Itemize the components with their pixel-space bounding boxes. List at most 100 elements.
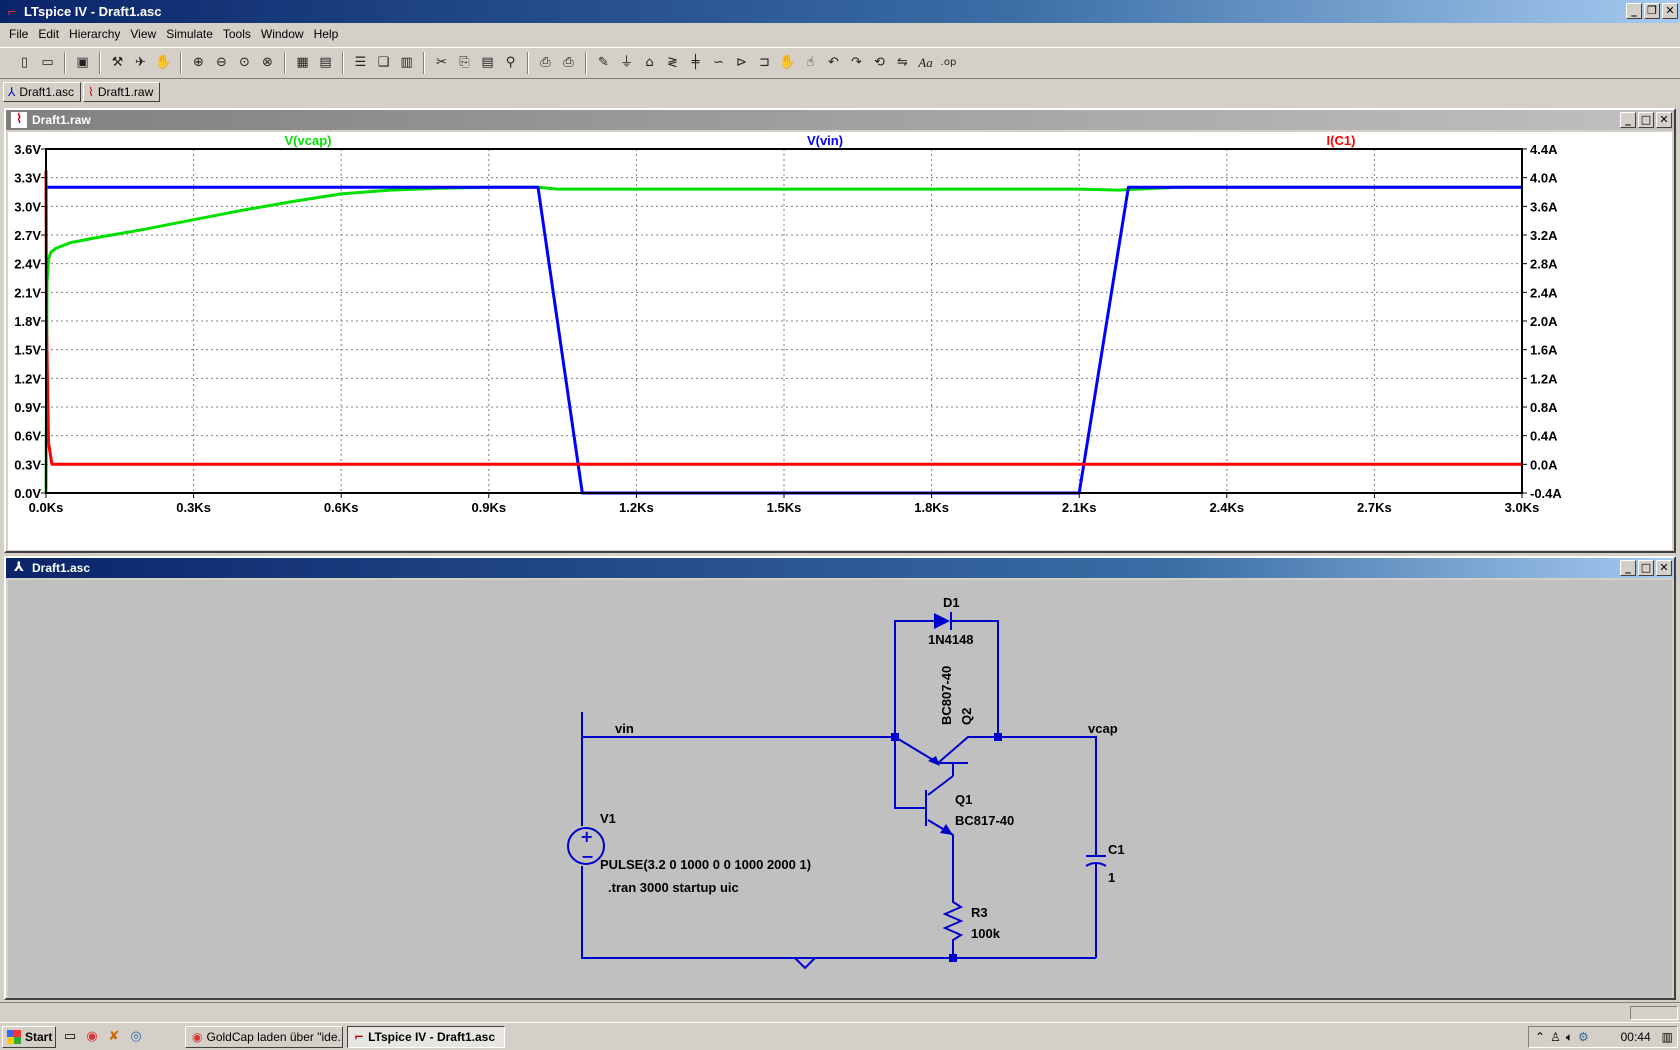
menu-window[interactable]: Window — [256, 27, 309, 41]
close-button[interactable]: ✕ — [1656, 560, 1672, 576]
tile-vertical-icon[interactable]: ▥ — [396, 52, 417, 74]
markers-icon[interactable]: ▤ — [315, 52, 336, 74]
find-icon[interactable]: ⚲ — [500, 52, 521, 74]
schematic-window: ⅄ Draft1.asc _ □ ✕ + − D1 1N4148 BC807-4… — [4, 556, 1676, 1000]
status-panel — [1630, 1006, 1678, 1020]
menu-bar: File Edit Hierarchy View Simulate Tools … — [0, 23, 1680, 45]
menu-tools[interactable]: Tools — [218, 27, 256, 41]
menu-hierarchy[interactable]: Hierarchy — [64, 27, 125, 41]
drag-icon[interactable]: ☝ — [800, 52, 821, 74]
zoom-area-icon[interactable]: ⊙ — [234, 52, 255, 74]
menu-help[interactable]: Help — [309, 27, 344, 41]
y-left-tick-label: 0.6V — [14, 429, 41, 444]
legend-entry[interactable]: V(vcap) — [285, 133, 332, 148]
q1-ref: Q1 — [955, 792, 972, 807]
run-icon[interactable]: ✈ — [130, 52, 151, 74]
task-ltspice[interactable]: ⌐ LTspice IV - Draft1.asc — [347, 1026, 505, 1048]
wire[interactable] — [927, 775, 954, 796]
legend-entry[interactable]: I(C1) — [1327, 133, 1356, 148]
tab-draft1-asc[interactable]: ⅄ Draft1.asc — [3, 82, 82, 102]
y-left-tick-label: 0.9V — [14, 400, 41, 415]
ground-symbol[interactable] — [794, 957, 816, 970]
print-setup-icon[interactable]: ⎙ — [535, 52, 556, 74]
wire[interactable] — [894, 737, 926, 809]
schematic-canvas[interactable]: + − D1 1N4148 BC807-40 Q2 vin vcap Q1 BC… — [8, 580, 1672, 998]
tab-label: Draft1.raw — [97, 85, 154, 99]
y-left-tick-label: 2.1V — [14, 285, 41, 300]
tile-horizontal-icon[interactable]: ☰ — [350, 52, 371, 74]
zoom-in-icon[interactable]: ⊕ — [188, 52, 209, 74]
wires[interactable] — [567, 620, 1107, 970]
copy-icon[interactable]: ⎘ — [454, 52, 475, 74]
x-tick-label: 2.1Ks — [1062, 500, 1097, 515]
notification-icon[interactable]: ▥ — [1662, 1030, 1677, 1044]
maximize-button[interactable]: ❐ — [1644, 3, 1660, 19]
start-button[interactable]: Start — [2, 1026, 56, 1048]
menu-simulate[interactable]: Simulate — [161, 27, 218, 41]
minimize-button[interactable]: _ — [1620, 560, 1636, 576]
show-desktop-icon[interactable]: ▭ — [62, 1029, 78, 1045]
rotate-icon[interactable]: ⟲ — [869, 52, 890, 74]
open-icon[interactable]: ▭ — [37, 52, 58, 74]
maximize-button[interactable]: □ — [1638, 560, 1654, 576]
zoom-out-icon[interactable]: ⊖ — [211, 52, 232, 74]
user-icon[interactable]: ♙ — [1550, 1030, 1561, 1044]
wire-icon[interactable]: ✎ — [593, 52, 614, 74]
mirror-icon[interactable]: ⇋ — [892, 52, 913, 74]
chrome-icon[interactable]: ◉ — [84, 1029, 100, 1045]
schematic-drawing[interactable]: + − D1 1N4148 BC807-40 Q2 vin vcap Q1 BC… — [8, 580, 1672, 998]
redo-icon[interactable]: ↷ — [846, 52, 867, 74]
zoom-cancel-icon[interactable]: ⊗ — [257, 52, 278, 74]
control-panel-icon[interactable]: ⚒ — [107, 52, 128, 74]
tab-draft1-raw[interactable]: ⌇ Draft1.raw — [83, 82, 161, 102]
move-icon[interactable]: ✋ — [777, 52, 798, 74]
spice-directive-icon[interactable]: .op — [938, 52, 959, 74]
text-icon[interactable]: Aa — [915, 52, 936, 74]
halt-icon[interactable]: ✋ — [153, 52, 174, 74]
legend-entry[interactable]: V(vin) — [807, 133, 843, 148]
y-right-tick-label: 1.2A — [1530, 371, 1558, 386]
diode-icon[interactable]: ⊳ — [731, 52, 752, 74]
spice-directive[interactable]: .tran 3000 startup uic — [608, 880, 739, 895]
tools-icon[interactable]: ✘ — [106, 1029, 122, 1045]
waveform-icon: ⌇ — [11, 112, 27, 128]
close-button[interactable]: ✕ — [1656, 112, 1672, 128]
chevron-up-icon[interactable]: ⌃ — [1535, 1030, 1545, 1044]
q2-ref: Q2 — [959, 708, 974, 725]
menu-edit[interactable]: Edit — [33, 27, 64, 41]
c1-ref: C1 — [1108, 842, 1125, 857]
inductor-icon[interactable]: ∽ — [708, 52, 729, 74]
minimize-button[interactable]: _ — [1620, 112, 1636, 128]
ground-icon[interactable]: ⏚ — [616, 52, 637, 74]
cut-icon[interactable]: ✂ — [431, 52, 452, 74]
x-tick-label: 1.8Ks — [914, 500, 949, 515]
component-icon[interactable]: ⊐ — [754, 52, 775, 74]
capacitor-icon[interactable]: ╪ — [685, 52, 706, 74]
menu-file[interactable]: File — [4, 27, 33, 41]
d1-diode[interactable] — [934, 612, 952, 630]
autorange-icon[interactable]: ▦ — [292, 52, 313, 74]
network-icon[interactable]: ⚙ — [1578, 1030, 1589, 1044]
r3-resistor[interactable] — [942, 898, 964, 958]
maximize-button[interactable]: □ — [1638, 112, 1654, 128]
task-goldcap[interactable]: ◉ GoldCap laden über "ide... — [185, 1026, 343, 1048]
paste-icon[interactable]: ▤ — [477, 52, 498, 74]
volume-icon[interactable]: 🔈︎ — [1566, 1030, 1573, 1045]
save-icon[interactable]: ▣ — [72, 52, 93, 74]
new-schematic-icon[interactable]: ▯ — [14, 52, 35, 74]
y-right-tick-label: 3.6A — [1530, 199, 1558, 214]
cascade-icon[interactable]: ❏ — [373, 52, 394, 74]
waveform-chart[interactable]: V(vcap) V(vin) I(C1) 0.0Ks 0.3Ks 0.6Ks 0.9Ks 1… — [8, 132, 1672, 550]
minimize-button[interactable]: _ — [1626, 3, 1642, 19]
print-icon[interactable]: ⎙ — [558, 52, 579, 74]
y-right-tick-label: -0.4A — [1530, 486, 1562, 501]
label-net-icon[interactable]: ⌂ — [639, 52, 660, 74]
resistor-icon[interactable]: ≷ — [662, 52, 683, 74]
close-button[interactable]: ✕ — [1662, 3, 1678, 19]
x-tick-label: 0.3Ks — [176, 500, 211, 515]
plot-area[interactable]: V(vcap) V(vin) I(C1) 0.0Ks 0.3Ks 0.6Ks 0.9Ks 1… — [8, 132, 1672, 550]
undo-icon[interactable]: ↶ — [823, 52, 844, 74]
browser-icon[interactable]: ◎ — [128, 1029, 144, 1045]
start-label: Start — [25, 1030, 53, 1044]
menu-view[interactable]: View — [125, 27, 161, 41]
